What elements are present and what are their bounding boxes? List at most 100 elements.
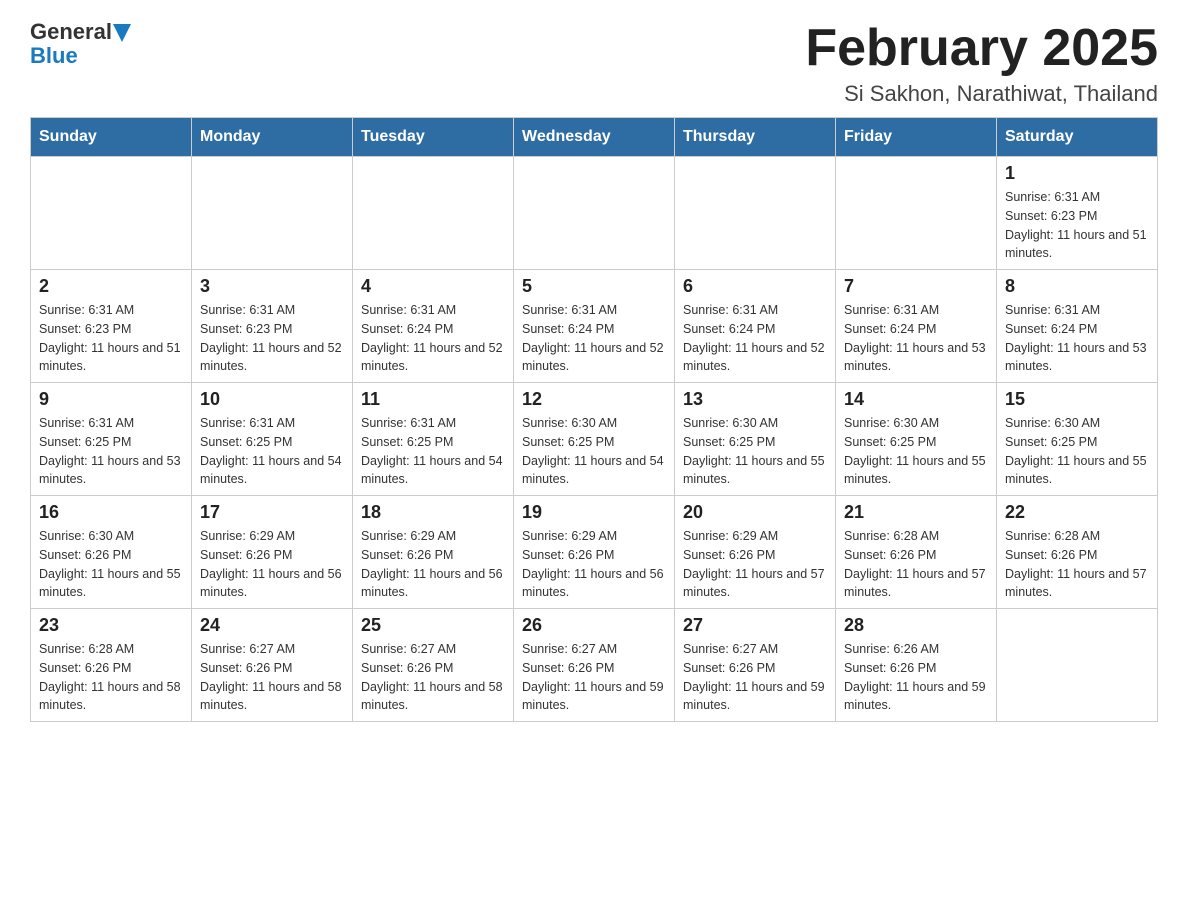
day-info: Sunrise: 6:31 AM Sunset: 6:25 PM Dayligh…: [361, 414, 505, 489]
day-info: Sunrise: 6:26 AM Sunset: 6:26 PM Dayligh…: [844, 640, 988, 715]
month-title: February 2025: [805, 20, 1158, 77]
calendar-cell: 6 Sunrise: 6:31 AM Sunset: 6:24 PM Daylig…: [675, 270, 836, 383]
day-info: Sunrise: 6:31 AM Sunset: 6:23 PM Dayligh…: [39, 301, 183, 376]
day-number: 23: [39, 615, 183, 636]
calendar-cell: 5 Sunrise: 6:31 AM Sunset: 6:24 PM Daylig…: [514, 270, 675, 383]
calendar-week-row: 2 Sunrise: 6:31 AM Sunset: 6:23 PM Daylig…: [31, 270, 1158, 383]
logo-blue-text: Blue: [30, 43, 78, 68]
day-info: Sunrise: 6:28 AM Sunset: 6:26 PM Dayligh…: [844, 527, 988, 602]
calendar-cell: 8 Sunrise: 6:31 AM Sunset: 6:24 PM Daylig…: [997, 270, 1158, 383]
day-number: 22: [1005, 502, 1149, 523]
day-info: Sunrise: 6:30 AM Sunset: 6:25 PM Dayligh…: [683, 414, 827, 489]
calendar-cell: [353, 157, 514, 270]
day-number: 8: [1005, 276, 1149, 297]
day-number: 3: [200, 276, 344, 297]
day-info: Sunrise: 6:31 AM Sunset: 6:25 PM Dayligh…: [39, 414, 183, 489]
weekday-header-thursday: Thursday: [675, 118, 836, 157]
day-info: Sunrise: 6:27 AM Sunset: 6:26 PM Dayligh…: [200, 640, 344, 715]
calendar-week-row: 16 Sunrise: 6:30 AM Sunset: 6:26 PM Dayli…: [31, 496, 1158, 609]
day-number: 24: [200, 615, 344, 636]
day-number: 1: [1005, 163, 1149, 184]
day-info: Sunrise: 6:30 AM Sunset: 6:25 PM Dayligh…: [522, 414, 666, 489]
day-info: Sunrise: 6:31 AM Sunset: 6:24 PM Dayligh…: [361, 301, 505, 376]
day-number: 9: [39, 389, 183, 410]
weekday-header-monday: Monday: [192, 118, 353, 157]
day-info: Sunrise: 6:30 AM Sunset: 6:25 PM Dayligh…: [844, 414, 988, 489]
day-number: 2: [39, 276, 183, 297]
day-info: Sunrise: 6:31 AM Sunset: 6:23 PM Dayligh…: [1005, 188, 1149, 263]
calendar-cell: 15 Sunrise: 6:30 AM Sunset: 6:25 PM Dayli…: [997, 383, 1158, 496]
day-number: 7: [844, 276, 988, 297]
calendar-cell: [997, 609, 1158, 722]
day-info: Sunrise: 6:29 AM Sunset: 6:26 PM Dayligh…: [200, 527, 344, 602]
calendar-cell: 28Sunrise: 6:26 AM Sunset: 6:26 PM Dayli…: [836, 609, 997, 722]
day-info: Sunrise: 6:31 AM Sunset: 6:24 PM Dayligh…: [683, 301, 827, 376]
weekday-header-sunday: Sunday: [31, 118, 192, 157]
day-info: Sunrise: 6:31 AM Sunset: 6:25 PM Dayligh…: [200, 414, 344, 489]
day-info: Sunrise: 6:27 AM Sunset: 6:26 PM Dayligh…: [361, 640, 505, 715]
calendar-cell: 9 Sunrise: 6:31 AM Sunset: 6:25 PM Daylig…: [31, 383, 192, 496]
day-number: 15: [1005, 389, 1149, 410]
day-info: Sunrise: 6:31 AM Sunset: 6:24 PM Dayligh…: [522, 301, 666, 376]
calendar-cell: 26 Sunrise: 6:27 AM Sunset: 6:26 PM Dayli…: [514, 609, 675, 722]
day-number: 5: [522, 276, 666, 297]
calendar-week-row: 9 Sunrise: 6:31 AM Sunset: 6:25 PM Daylig…: [31, 383, 1158, 496]
calendar-cell: [31, 157, 192, 270]
calendar-cell: 24 Sunrise: 6:27 AM Sunset: 6:26 PM Dayli…: [192, 609, 353, 722]
day-number: 19: [522, 502, 666, 523]
calendar-week-row: 23 Sunrise: 6:28 AM Sunset: 6:26 PM Dayli…: [31, 609, 1158, 722]
calendar-cell: 13 Sunrise: 6:30 AM Sunset: 6:25 PM Dayli…: [675, 383, 836, 496]
calendar-cell: 20 Sunrise: 6:29 AM Sunset: 6:26 PM Dayli…: [675, 496, 836, 609]
day-number: 26: [522, 615, 666, 636]
calendar-cell: [192, 157, 353, 270]
calendar-cell: 1 Sunrise: 6:31 AM Sunset: 6:23 PM Daylig…: [997, 157, 1158, 270]
day-info: Sunrise: 6:28 AM Sunset: 6:26 PM Dayligh…: [39, 640, 183, 715]
calendar-cell: 17 Sunrise: 6:29 AM Sunset: 6:26 PM Dayli…: [192, 496, 353, 609]
day-number: 18: [361, 502, 505, 523]
calendar-cell: 10Sunrise: 6:31 AM Sunset: 6:25 PM Dayli…: [192, 383, 353, 496]
day-number: 21: [844, 502, 988, 523]
day-info: Sunrise: 6:31 AM Sunset: 6:24 PM Dayligh…: [1005, 301, 1149, 376]
calendar-cell: [675, 157, 836, 270]
day-number: 4: [361, 276, 505, 297]
calendar-cell: 27 Sunrise: 6:27 AM Sunset: 6:26 PM Dayli…: [675, 609, 836, 722]
day-number: 20: [683, 502, 827, 523]
calendar-cell: 4 Sunrise: 6:31 AM Sunset: 6:24 PM Daylig…: [353, 270, 514, 383]
weekday-header-tuesday: Tuesday: [353, 118, 514, 157]
logo-arrow-icon: [113, 24, 131, 42]
calendar-cell: 21 Sunrise: 6:28 AM Sunset: 6:26 PM Dayli…: [836, 496, 997, 609]
day-number: 13: [683, 389, 827, 410]
day-number: 11: [361, 389, 505, 410]
day-info: Sunrise: 6:29 AM Sunset: 6:26 PM Dayligh…: [361, 527, 505, 602]
calendar-cell: 12 Sunrise: 6:30 AM Sunset: 6:25 PM Dayli…: [514, 383, 675, 496]
day-info: Sunrise: 6:28 AM Sunset: 6:26 PM Dayligh…: [1005, 527, 1149, 602]
calendar-header-row: SundayMondayTuesdayWednesdayThursdayFrid…: [31, 118, 1158, 157]
calendar-cell: 3Sunrise: 6:31 AM Sunset: 6:23 PM Daylig…: [192, 270, 353, 383]
calendar-cell: 16 Sunrise: 6:30 AM Sunset: 6:26 PM Dayli…: [31, 496, 192, 609]
day-info: Sunrise: 6:27 AM Sunset: 6:26 PM Dayligh…: [522, 640, 666, 715]
day-info: Sunrise: 6:30 AM Sunset: 6:26 PM Dayligh…: [39, 527, 183, 602]
logo: General Blue: [30, 20, 131, 68]
day-info: Sunrise: 6:30 AM Sunset: 6:25 PM Dayligh…: [1005, 414, 1149, 489]
day-number: 6: [683, 276, 827, 297]
calendar-cell: 23 Sunrise: 6:28 AM Sunset: 6:26 PM Dayli…: [31, 609, 192, 722]
day-info: Sunrise: 6:31 AM Sunset: 6:24 PM Dayligh…: [844, 301, 988, 376]
page-header: General Blue February 2025 Si Sakhon, Na…: [30, 20, 1158, 107]
weekday-header-friday: Friday: [836, 118, 997, 157]
day-info: Sunrise: 6:29 AM Sunset: 6:26 PM Dayligh…: [522, 527, 666, 602]
logo-general-text: General: [30, 20, 112, 44]
calendar-cell: 14 Sunrise: 6:30 AM Sunset: 6:25 PM Dayli…: [836, 383, 997, 496]
calendar-cell: 22 Sunrise: 6:28 AM Sunset: 6:26 PM Dayli…: [997, 496, 1158, 609]
calendar-cell: 7 Sunrise: 6:31 AM Sunset: 6:24 PM Daylig…: [836, 270, 997, 383]
location-title: Si Sakhon, Narathiwat, Thailand: [805, 81, 1158, 107]
calendar-table: SundayMondayTuesdayWednesdayThursdayFrid…: [30, 117, 1158, 722]
day-number: 16: [39, 502, 183, 523]
day-number: 12: [522, 389, 666, 410]
day-number: 25: [361, 615, 505, 636]
weekday-header-wednesday: Wednesday: [514, 118, 675, 157]
day-number: 17: [200, 502, 344, 523]
day-number: 14: [844, 389, 988, 410]
day-info: Sunrise: 6:29 AM Sunset: 6:26 PM Dayligh…: [683, 527, 827, 602]
day-number: 27: [683, 615, 827, 636]
day-info: Sunrise: 6:27 AM Sunset: 6:26 PM Dayligh…: [683, 640, 827, 715]
